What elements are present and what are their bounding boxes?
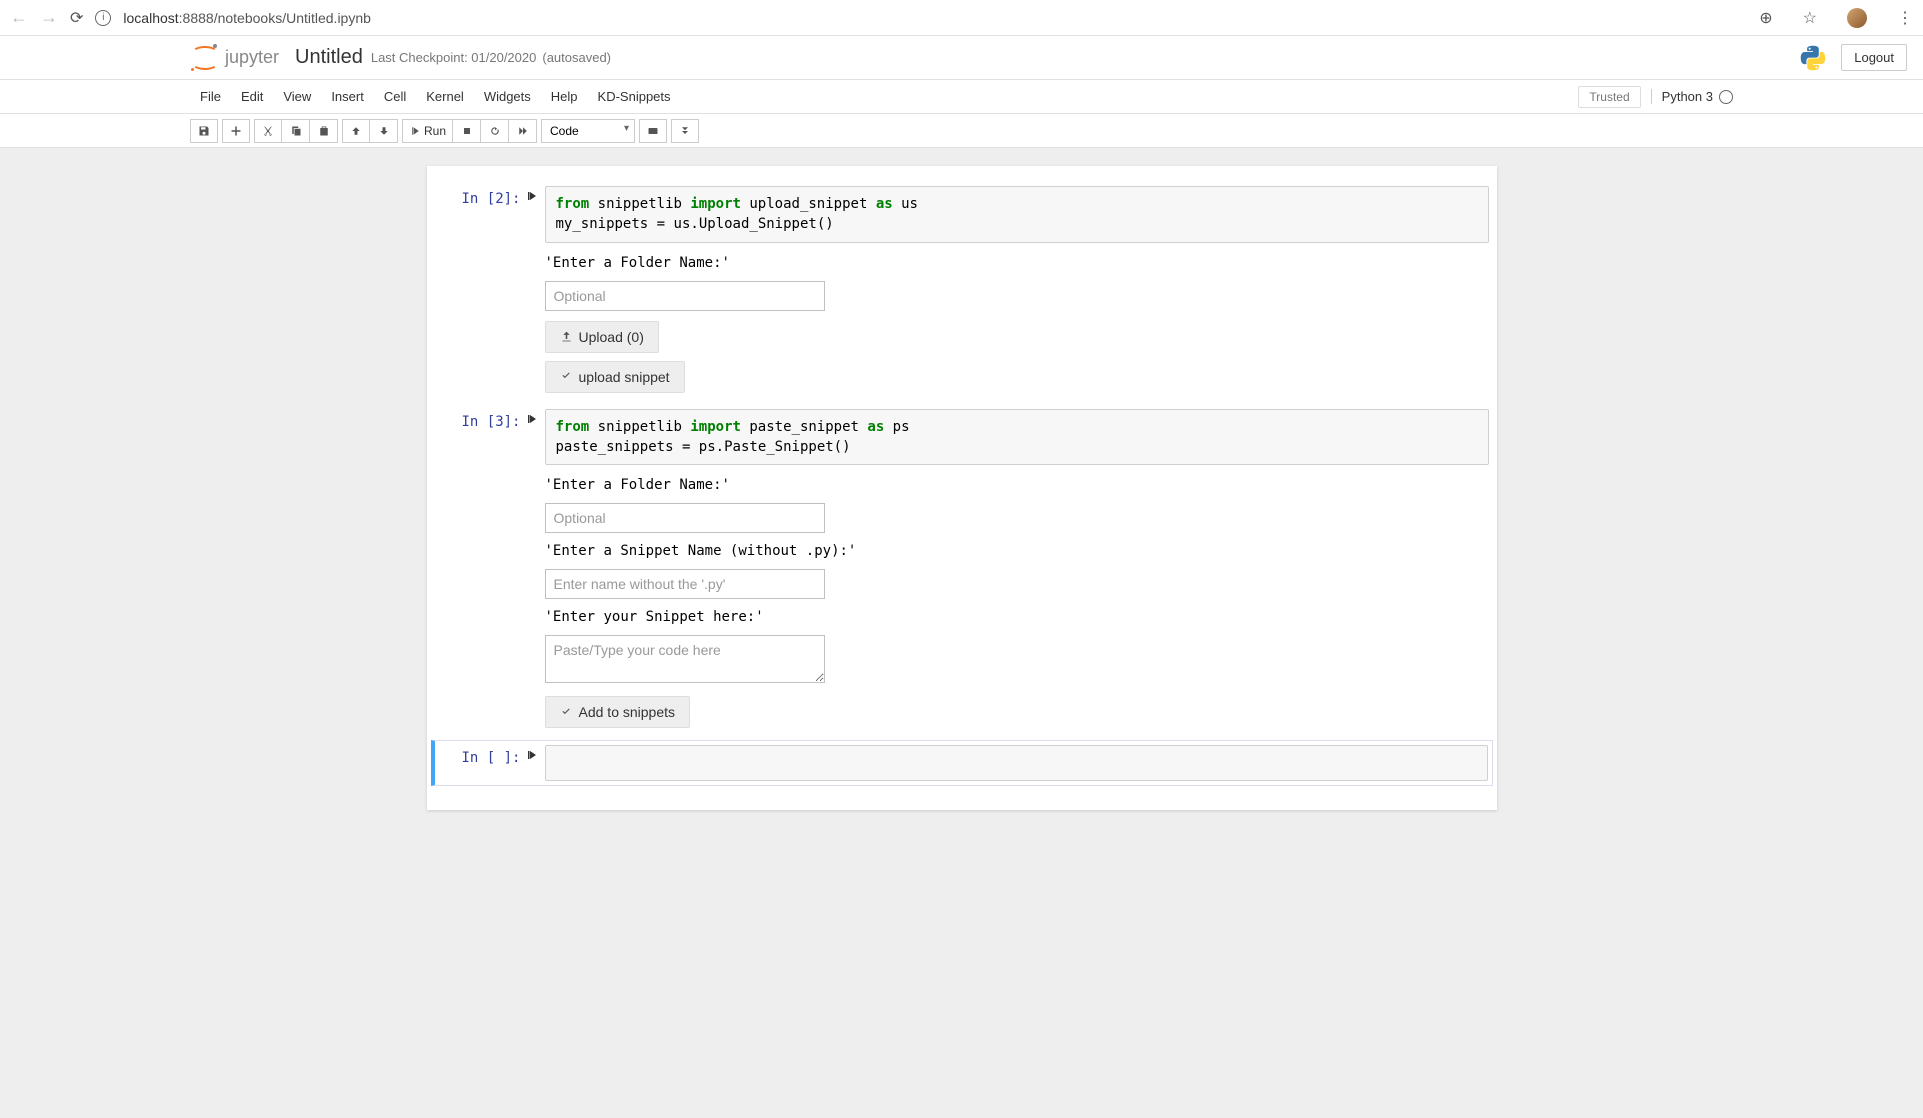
code-input[interactable]: from snippetlib import upload_snippet as… xyxy=(545,186,1489,243)
star-icon[interactable]: ☆ xyxy=(1803,8,1817,28)
menubar: File Edit View Insert Cell Kernel Widget… xyxy=(0,80,1923,114)
cut-button[interactable] xyxy=(254,119,282,143)
output-label: 'Enter a Folder Name:' xyxy=(545,251,1489,275)
collapse-button[interactable] xyxy=(671,119,699,143)
python-logo-icon xyxy=(1799,44,1827,72)
code-cell[interactable]: In [ ]: xyxy=(431,740,1493,786)
add-to-snippets-label: Add to snippets xyxy=(579,704,676,720)
kebab-menu-icon[interactable]: ⋮ xyxy=(1897,8,1913,28)
prompt-text: In [2]: xyxy=(461,191,520,207)
prompt-text: In [3]: xyxy=(461,414,520,430)
save-button[interactable] xyxy=(190,119,218,143)
toolbar: Run Code xyxy=(0,114,1923,148)
kernel-name: Python 3 xyxy=(1662,89,1713,104)
url-bar[interactable]: localhost:8888/notebooks/Untitled.ipynb xyxy=(123,10,371,26)
menu-widgets[interactable]: Widgets xyxy=(474,80,541,113)
output-label: 'Enter a Folder Name:' xyxy=(545,473,1489,497)
kernel-indicator[interactable]: Python 3 xyxy=(1651,89,1733,104)
back-icon: ← xyxy=(10,7,28,28)
menu-kernel[interactable]: Kernel xyxy=(416,80,474,113)
copy-button[interactable] xyxy=(282,119,310,143)
notebook: In [2]: from snippetlib import upload_sn… xyxy=(427,166,1497,810)
code-cell[interactable]: In [3]: from snippetlib import paste_sni… xyxy=(431,405,1493,737)
kernel-status-icon xyxy=(1719,90,1733,104)
autosaved-text: (autosaved) xyxy=(542,50,611,65)
jupyter-logo-text: jupyter xyxy=(225,47,279,68)
jupyter-logo-icon xyxy=(191,44,219,72)
run-label: Run xyxy=(424,124,446,138)
cell-type-select[interactable]: Code xyxy=(541,119,635,143)
cell-output: 'Enter a Folder Name:' 'Enter a Snippet … xyxy=(545,465,1489,732)
cell-output: 'Enter a Folder Name:' Upload (0) upload… xyxy=(545,243,1489,397)
restart-run-all-button[interactable] xyxy=(509,119,537,143)
interrupt-button[interactable] xyxy=(453,119,481,143)
snippet-name-input[interactable] xyxy=(545,569,825,599)
url-host: localhost xyxy=(123,10,178,26)
run-cell-icon[interactable] xyxy=(527,414,537,424)
reload-icon[interactable]: ⟳ xyxy=(70,8,83,28)
cell-prompt: In [ ]: xyxy=(435,745,545,781)
notebook-background: In [2]: from snippetlib import upload_sn… xyxy=(0,148,1923,1118)
add-cell-button[interactable] xyxy=(222,119,250,143)
output-label: 'Enter your Snippet here:' xyxy=(545,605,1489,629)
browser-chrome: ← → ⟳ i localhost:8888/notebooks/Untitle… xyxy=(0,0,1923,36)
prompt-text: In [ ]: xyxy=(461,750,520,766)
code-input[interactable]: from snippetlib import paste_snippet as … xyxy=(545,409,1489,466)
add-to-snippets-button[interactable]: Add to snippets xyxy=(545,696,691,728)
trusted-badge[interactable]: Trusted xyxy=(1578,86,1640,108)
move-down-button[interactable] xyxy=(370,119,398,143)
cell-prompt: In [2]: xyxy=(435,186,545,397)
logout-button[interactable]: Logout xyxy=(1841,44,1907,71)
upload-snippet-button[interactable]: upload snippet xyxy=(545,361,685,393)
run-cell-icon[interactable] xyxy=(527,191,537,201)
command-palette-button[interactable] xyxy=(639,119,667,143)
avatar[interactable] xyxy=(1847,8,1867,28)
menu-kd-snippets[interactable]: KD-Snippets xyxy=(588,80,681,113)
upload-snippet-label: upload snippet xyxy=(579,369,670,385)
code-cell[interactable]: In [2]: from snippetlib import upload_sn… xyxy=(431,182,1493,401)
jupyter-logo[interactable]: jupyter xyxy=(191,44,279,72)
cell-prompt: In [3]: xyxy=(435,409,545,733)
restart-button[interactable] xyxy=(481,119,509,143)
upload-button[interactable]: Upload (0) xyxy=(545,321,659,353)
checkpoint-text: Last Checkpoint: 01/20/2020 xyxy=(371,50,537,65)
move-up-button[interactable] xyxy=(342,119,370,143)
notebook-title[interactable]: Untitled xyxy=(295,46,363,69)
jupyter-header: jupyter Untitled Last Checkpoint: 01/20/… xyxy=(0,36,1923,80)
menu-insert[interactable]: Insert xyxy=(321,80,374,113)
paste-button[interactable] xyxy=(310,119,338,143)
folder-name-input[interactable] xyxy=(545,281,825,311)
url-path: :8888/notebooks/Untitled.ipynb xyxy=(179,10,371,26)
run-button[interactable]: Run xyxy=(402,119,453,143)
output-label: 'Enter a Snippet Name (without .py):' xyxy=(545,539,1489,563)
menu-view[interactable]: View xyxy=(273,80,321,113)
folder-name-input[interactable] xyxy=(545,503,825,533)
menu-edit[interactable]: Edit xyxy=(231,80,273,113)
snippet-code-textarea[interactable] xyxy=(545,635,825,683)
forward-icon: → xyxy=(40,7,58,28)
menu-cell[interactable]: Cell xyxy=(374,80,416,113)
run-cell-icon[interactable] xyxy=(527,750,537,760)
upload-button-label: Upload (0) xyxy=(579,329,644,345)
code-input[interactable] xyxy=(545,745,1488,781)
zoom-icon[interactable]: ⊕ xyxy=(1759,8,1772,28)
site-info-icon[interactable]: i xyxy=(95,10,111,26)
menu-file[interactable]: File xyxy=(190,80,231,113)
menu-help[interactable]: Help xyxy=(541,80,588,113)
